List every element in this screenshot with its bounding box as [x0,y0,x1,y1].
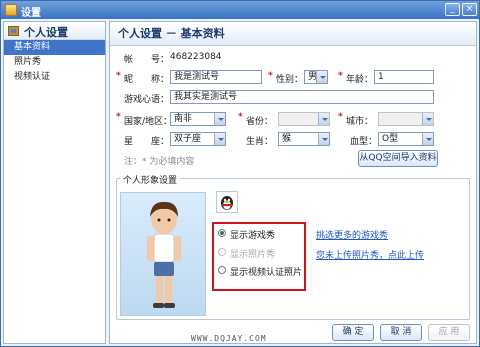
country-value: 南非 [174,114,193,124]
dropdown-arrow-icon [318,133,329,145]
close-icon[interactable]: × [462,3,477,16]
zodiac-select[interactable]: 猴 [278,132,330,146]
dropdown-arrow-icon [214,133,225,145]
signature-label: 游戏心语： [124,95,170,105]
province-required-mark: * [238,112,243,122]
dropdown-arrow-icon [316,71,327,83]
title-bar[interactable]: 设置 _ × [1,1,479,19]
blood-select[interactable]: O型 [378,132,434,146]
dropdown-arrow-icon [214,113,225,125]
settings-window: 设置 _ × 个人设置 基本资料 照片秀 视频认证 个人设置 － 基本资料 帐 … [0,0,480,347]
page-title: 个人设置 － 基本资料 [110,22,476,46]
star-value: 双子座 [174,134,202,144]
show-photo-show-label: 显示照片秀 [230,250,276,260]
province-label: 省份： [246,117,274,127]
avatar-figure [147,201,181,308]
city-select[interactable] [378,112,434,126]
account-value: 468223084 [170,52,222,62]
zodiac-label: 生肖： [246,137,274,147]
signature-field[interactable]: 我其实是测试号 [170,90,434,104]
city-required-mark: * [338,112,343,122]
country-select[interactable]: 南非 [170,112,226,126]
apply-button[interactable]: 应 用 [428,324,470,341]
sidebar-item-basic-info[interactable]: 基本资料 [4,40,105,55]
show-video-photo-radio[interactable] [218,266,226,274]
ok-button[interactable]: 确 定 [332,324,374,341]
nickname-field[interactable]: 我是测试号 [170,70,262,84]
show-video-photo-label[interactable]: 显示视频认证照片 [230,265,302,278]
dropdown-arrow-icon [318,113,329,125]
star-select[interactable]: 双子座 [170,132,226,146]
country-required-mark: * [116,112,121,122]
cancel-button[interactable]: 取 消 [380,324,422,341]
watermark: WWW.DQJAY.COM [191,334,267,343]
show-game-avatar-label[interactable]: 显示游戏秀 [230,228,275,241]
age-required-mark: * [338,71,343,81]
age-field[interactable]: 1 [374,70,434,84]
avatar-preview [120,192,206,316]
show-game-avatar-radio[interactable] [218,229,226,237]
nickname-label: 昵 称： [124,75,170,85]
star-label: 星 座： [124,137,170,147]
folder-icon [8,26,19,36]
blood-label: 血型： [350,137,378,147]
nickname-required-mark: * [116,71,121,81]
account-label: 帐 号： [124,55,170,65]
qq-penguin-icon[interactable] [216,191,238,213]
settings-app-icon [5,4,17,16]
upload-photo-show-link[interactable]: 您未上传照片秀，点此上传 [316,248,424,261]
avatar-settings-title: 个人形象设置 [120,173,181,186]
minimize-icon[interactable]: _ [445,3,460,16]
gender-select[interactable]: 男 [304,70,328,84]
sidebar-header-label: 个人设置 [24,26,68,39]
sidebar-item-video-verify[interactable]: 视频认证 [4,70,105,85]
required-note: 注：* 为必填内容 [124,157,195,167]
dropdown-arrow-icon [422,133,433,145]
more-game-avatars-link[interactable]: 挑选更多的游戏秀 [316,228,388,241]
import-from-qzone-button[interactable]: 从QQ空间导入资料 [358,150,438,167]
window-title: 设置 [21,8,41,19]
show-photo-show-radio[interactable] [218,248,226,256]
gender-label: 性别： [276,75,304,85]
dropdown-arrow-icon [422,113,433,125]
sidebar-item-photo-show[interactable]: 照片秀 [4,55,105,70]
province-select[interactable] [278,112,330,126]
zodiac-value: 猴 [282,134,292,144]
blood-value: O型 [382,134,399,144]
sidebar-header[interactable]: 个人设置 [4,22,105,40]
city-label: 城市： [346,117,374,127]
sidebar: 个人设置 基本资料 照片秀 视频认证 [3,21,106,344]
age-label: 年龄： [346,75,374,85]
gender-required-mark: * [268,71,273,81]
country-label: 国家/地区： [124,117,173,127]
main-panel: 个人设置 － 基本资料 帐 号： 468223084 * 昵 称： 我是测试号 … [109,21,477,344]
